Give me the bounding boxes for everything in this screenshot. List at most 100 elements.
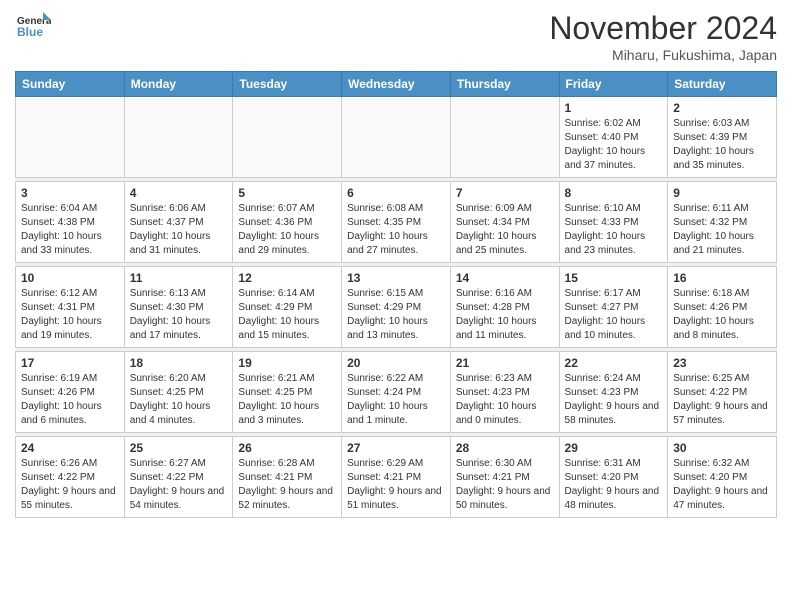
calendar-cell: 24 Sunrise: 6:26 AM Sunset: 4:22 PM Dayli… — [16, 437, 125, 518]
day-info: Sunrise: 6:19 AM Sunset: 4:26 PM Dayligh… — [21, 372, 119, 428]
calendar-cell: 17 Sunrise: 6:19 AM Sunset: 4:26 PM Dayli… — [16, 352, 125, 433]
weekday-header-row: SundayMondayTuesdayWednesdayThursdayFrid… — [16, 72, 777, 97]
day-info: Sunrise: 6:23 AM Sunset: 4:23 PM Dayligh… — [456, 372, 554, 428]
day-number: 23 — [673, 356, 771, 370]
day-info: Sunrise: 6:21 AM Sunset: 4:25 PM Dayligh… — [238, 372, 336, 428]
calendar-cell: 21 Sunrise: 6:23 AM Sunset: 4:23 PM Dayli… — [450, 352, 559, 433]
svg-text:Blue: Blue — [17, 25, 43, 39]
calendar-cell: 15 Sunrise: 6:17 AM Sunset: 4:27 PM Dayli… — [559, 267, 668, 348]
day-number: 2 — [673, 101, 771, 115]
calendar-cell: 4 Sunrise: 6:06 AM Sunset: 4:37 PM Daylig… — [124, 182, 233, 263]
day-number: 8 — [565, 186, 663, 200]
day-number: 27 — [347, 441, 445, 455]
weekday-header-sunday: Sunday — [16, 72, 125, 97]
day-info: Sunrise: 6:26 AM Sunset: 4:22 PM Dayligh… — [21, 457, 119, 513]
day-number: 12 — [238, 271, 336, 285]
calendar-cell: 19 Sunrise: 6:21 AM Sunset: 4:25 PM Dayli… — [233, 352, 342, 433]
day-number: 19 — [238, 356, 336, 370]
calendar-cell: 18 Sunrise: 6:20 AM Sunset: 4:25 PM Dayli… — [124, 352, 233, 433]
page-header: General Blue November 2024 Miharu, Fukus… — [15, 10, 777, 63]
calendar-week-5: 24 Sunrise: 6:26 AM Sunset: 4:22 PM Dayli… — [16, 437, 777, 518]
day-number: 21 — [456, 356, 554, 370]
calendar-cell: 30 Sunrise: 6:32 AM Sunset: 4:20 PM Dayli… — [668, 437, 777, 518]
calendar-cell: 23 Sunrise: 6:25 AM Sunset: 4:22 PM Dayli… — [668, 352, 777, 433]
day-info: Sunrise: 6:24 AM Sunset: 4:23 PM Dayligh… — [565, 372, 663, 428]
day-info: Sunrise: 6:13 AM Sunset: 4:30 PM Dayligh… — [130, 287, 228, 343]
day-info: Sunrise: 6:09 AM Sunset: 4:34 PM Dayligh… — [456, 202, 554, 258]
day-info: Sunrise: 6:04 AM Sunset: 4:38 PM Dayligh… — [21, 202, 119, 258]
day-number: 30 — [673, 441, 771, 455]
calendar-cell: 10 Sunrise: 6:12 AM Sunset: 4:31 PM Dayli… — [16, 267, 125, 348]
calendar-cell — [450, 97, 559, 178]
calendar-cell: 25 Sunrise: 6:27 AM Sunset: 4:22 PM Dayli… — [124, 437, 233, 518]
calendar-week-3: 10 Sunrise: 6:12 AM Sunset: 4:31 PM Dayli… — [16, 267, 777, 348]
day-info: Sunrise: 6:18 AM Sunset: 4:26 PM Dayligh… — [673, 287, 771, 343]
weekday-header-thursday: Thursday — [450, 72, 559, 97]
calendar-cell — [16, 97, 125, 178]
calendar-cell: 1 Sunrise: 6:02 AM Sunset: 4:40 PM Daylig… — [559, 97, 668, 178]
day-number: 15 — [565, 271, 663, 285]
weekday-header-friday: Friday — [559, 72, 668, 97]
day-info: Sunrise: 6:06 AM Sunset: 4:37 PM Dayligh… — [130, 202, 228, 258]
day-info: Sunrise: 6:25 AM Sunset: 4:22 PM Dayligh… — [673, 372, 771, 428]
day-number: 16 — [673, 271, 771, 285]
weekday-header-monday: Monday — [124, 72, 233, 97]
day-number: 20 — [347, 356, 445, 370]
calendar-cell: 16 Sunrise: 6:18 AM Sunset: 4:26 PM Dayli… — [668, 267, 777, 348]
day-info: Sunrise: 6:32 AM Sunset: 4:20 PM Dayligh… — [673, 457, 771, 513]
weekday-header-saturday: Saturday — [668, 72, 777, 97]
day-info: Sunrise: 6:28 AM Sunset: 4:21 PM Dayligh… — [238, 457, 336, 513]
weekday-header-tuesday: Tuesday — [233, 72, 342, 97]
calendar-cell: 5Sunrise: 6:07 AM Sunset: 4:36 PM Daylig… — [233, 182, 342, 263]
logo-svg: General Blue — [15, 10, 51, 46]
day-info: Sunrise: 6:15 AM Sunset: 4:29 PM Dayligh… — [347, 287, 445, 343]
logo: General Blue — [15, 10, 51, 46]
calendar-week-2: 3Sunrise: 6:04 AM Sunset: 4:38 PM Daylig… — [16, 182, 777, 263]
day-number: 28 — [456, 441, 554, 455]
day-info: Sunrise: 6:02 AM Sunset: 4:40 PM Dayligh… — [565, 117, 663, 173]
day-number: 24 — [21, 441, 119, 455]
calendar-cell — [124, 97, 233, 178]
day-info: Sunrise: 6:10 AM Sunset: 4:33 PM Dayligh… — [565, 202, 663, 258]
day-number: 26 — [238, 441, 336, 455]
calendar-cell: 2Sunrise: 6:03 AM Sunset: 4:39 PM Daylig… — [668, 97, 777, 178]
day-number: 7 — [456, 186, 554, 200]
day-number: 11 — [130, 271, 228, 285]
day-info: Sunrise: 6:08 AM Sunset: 4:35 PM Dayligh… — [347, 202, 445, 258]
title-block: November 2024 Miharu, Fukushima, Japan — [549, 10, 777, 63]
location: Miharu, Fukushima, Japan — [549, 47, 777, 63]
calendar-cell: 29Sunrise: 6:31 AM Sunset: 4:20 PM Dayli… — [559, 437, 668, 518]
day-info: Sunrise: 6:12 AM Sunset: 4:31 PM Dayligh… — [21, 287, 119, 343]
day-number: 25 — [130, 441, 228, 455]
day-number: 13 — [347, 271, 445, 285]
calendar-cell: 26 Sunrise: 6:28 AM Sunset: 4:21 PM Dayli… — [233, 437, 342, 518]
day-info: Sunrise: 6:14 AM Sunset: 4:29 PM Dayligh… — [238, 287, 336, 343]
weekday-header-wednesday: Wednesday — [342, 72, 451, 97]
day-number: 29 — [565, 441, 663, 455]
calendar-cell: 14 Sunrise: 6:16 AM Sunset: 4:28 PM Dayli… — [450, 267, 559, 348]
day-info: Sunrise: 6:20 AM Sunset: 4:25 PM Dayligh… — [130, 372, 228, 428]
day-number: 1 — [565, 101, 663, 115]
calendar-cell: 11 Sunrise: 6:13 AM Sunset: 4:30 PM Dayli… — [124, 267, 233, 348]
calendar-cell: 28 Sunrise: 6:30 AM Sunset: 4:21 PM Dayli… — [450, 437, 559, 518]
day-number: 14 — [456, 271, 554, 285]
day-info: Sunrise: 6:17 AM Sunset: 4:27 PM Dayligh… — [565, 287, 663, 343]
calendar-table: SundayMondayTuesdayWednesdayThursdayFrid… — [15, 71, 777, 518]
calendar-cell: 27 Sunrise: 6:29 AM Sunset: 4:21 PM Dayli… — [342, 437, 451, 518]
calendar-week-1: 1 Sunrise: 6:02 AM Sunset: 4:40 PM Daylig… — [16, 97, 777, 178]
day-number: 6 — [347, 186, 445, 200]
day-number: 10 — [21, 271, 119, 285]
day-info: Sunrise: 6:30 AM Sunset: 4:21 PM Dayligh… — [456, 457, 554, 513]
calendar-cell: 3Sunrise: 6:04 AM Sunset: 4:38 PM Daylig… — [16, 182, 125, 263]
calendar-cell — [342, 97, 451, 178]
day-number: 18 — [130, 356, 228, 370]
day-info: Sunrise: 6:11 AM Sunset: 4:32 PM Dayligh… — [673, 202, 771, 258]
day-info: Sunrise: 6:16 AM Sunset: 4:28 PM Dayligh… — [456, 287, 554, 343]
day-info: Sunrise: 6:22 AM Sunset: 4:24 PM Dayligh… — [347, 372, 445, 428]
day-number: 17 — [21, 356, 119, 370]
day-number: 9 — [673, 186, 771, 200]
day-info: Sunrise: 6:29 AM Sunset: 4:21 PM Dayligh… — [347, 457, 445, 513]
day-number: 4 — [130, 186, 228, 200]
calendar-cell: 6 Sunrise: 6:08 AM Sunset: 4:35 PM Daylig… — [342, 182, 451, 263]
day-info: Sunrise: 6:27 AM Sunset: 4:22 PM Dayligh… — [130, 457, 228, 513]
